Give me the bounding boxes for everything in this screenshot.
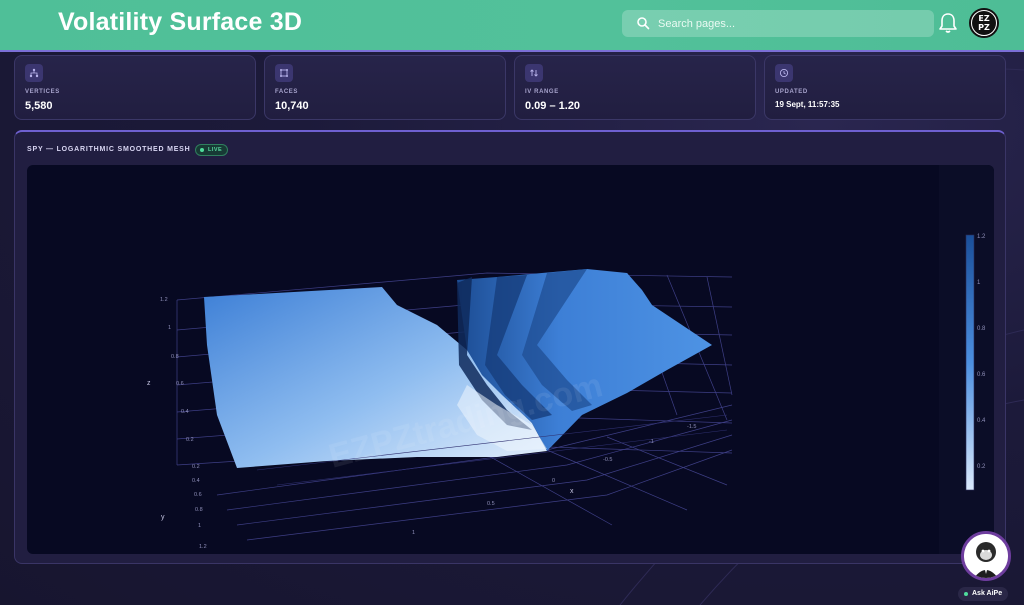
colorbar [965,234,975,491]
x-tick: -1.5 [687,424,696,430]
ask-aipe-label: Ask AiPe [972,590,1003,597]
clock-icon [775,64,793,82]
y-tick: 1.2 [199,544,207,550]
stat-card-updated: UPDATED 19 Sept, 11:57:35 [764,55,1006,120]
x-tick: 0 [552,478,555,484]
stat-card-iv-range: IV RANGE 0.09 – 1.20 [514,55,756,120]
y-tick: 0.6 [194,492,202,498]
y-tick: 0.8 [195,507,203,513]
online-dot [964,592,968,596]
y-tick: 0.2 [192,464,200,470]
stat-value: 19 Sept, 11:57:35 [775,100,840,109]
surface-plot[interactable]: EZPZtrading.com 1.2 1 0.8 0.6 0.4 0.2 0.… [27,165,994,554]
z-tick: 0.4 [181,409,189,415]
colorbar-tick: 1.2 [977,234,986,240]
surface-panel: SPY — LOGARITHMIC SMOOTHED MESH LIVE EZP… [14,130,1006,564]
user-avatar[interactable]: EZ PZ [969,8,999,38]
hierarchy-icon [25,64,43,82]
x-tick: 0.5 [487,501,495,507]
avatar-text: EZ PZ [972,11,996,35]
monkey-icon [964,534,1008,578]
stat-card-faces: FACES 10,740 [264,55,506,120]
top-header: Volatility Surface 3D EZ PZ [0,0,1024,52]
stat-label: IV RANGE [525,89,559,95]
y-tick: 1 [198,523,201,529]
colorbar-tick: 0.2 [977,464,986,470]
panel-title: SPY — LOGARITHMIC SMOOTHED MESH [27,146,191,153]
colorbar-tick: 0.8 [977,326,986,332]
stat-label: FACES [275,89,299,95]
bell-icon[interactable] [938,12,958,34]
live-badge-label: LIVE [208,147,223,153]
z-tick: 1 [168,325,171,331]
y-tick: 0.4 [192,478,200,484]
search-box[interactable] [622,10,934,37]
stat-label: UPDATED [775,89,808,95]
surface-svg[interactable]: EZPZtrading.com 1.2 1 0.8 0.6 0.4 0.2 0.… [27,165,994,554]
page-title: Volatility Surface 3D [58,8,303,36]
colorbar-tick: 0.4 [977,418,986,424]
z-tick: 0.6 [176,381,184,387]
faces-icon [275,64,293,82]
x-tick: -0.5 [603,457,612,463]
live-dot [200,148,204,152]
stat-label: VERTICES [25,89,60,95]
stat-card-vertices: VERTICES 5,580 [14,55,256,120]
stat-value: 5,580 [25,100,53,112]
stat-value: 10,740 [275,100,309,112]
stat-value: 0.09 – 1.20 [525,100,581,112]
live-badge: LIVE [195,144,229,156]
z-tick: 0.8 [171,354,179,360]
assistant-avatar[interactable] [961,531,1011,581]
y-axis-label: y [161,514,165,521]
x-tick: -1 [649,439,654,445]
colorbar-tick: 0.6 [977,372,986,378]
ask-aipe-button[interactable]: Ask AiPe [958,587,1009,601]
x-axis-label: x [570,488,574,495]
x-tick: 1 [412,530,415,536]
sort-arrows-icon [525,64,543,82]
z-axis-label: z [147,380,151,387]
z-tick: 0.2 [186,437,194,443]
search-icon [637,17,650,30]
z-tick: 1.2 [160,297,168,303]
search-input[interactable] [658,10,918,37]
